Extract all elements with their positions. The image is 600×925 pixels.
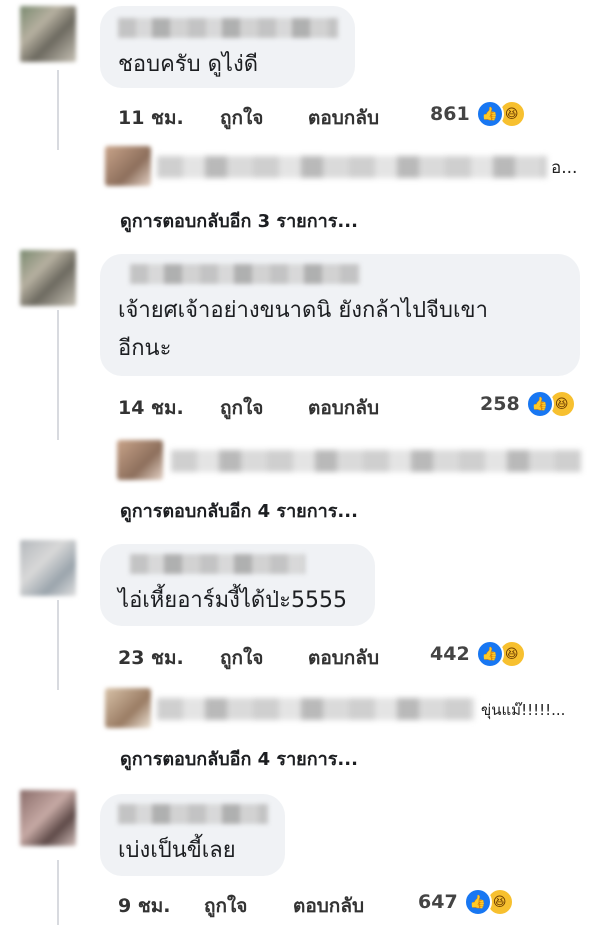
view-more-replies-link[interactable]: ดูการตอบกลับอีก 3 รายการ... — [120, 206, 358, 235]
reply-button[interactable]: ตอบกลับ — [308, 103, 379, 133]
timestamp: 14 ชม. — [118, 397, 184, 419]
reply-text-redacted — [157, 156, 547, 178]
author-name-redacted[interactable] — [130, 264, 360, 284]
comment-actions: 23 ชม. ถูกใจ ตอบกลับ — [118, 643, 418, 669]
reaction-count: 647 — [418, 891, 458, 913]
reply-avatar — [105, 146, 151, 186]
reply-preview-text: อ... — [551, 158, 578, 178]
reply-avatar — [117, 440, 163, 480]
comment-text: เบ่งเป็นขี้เลย — [118, 838, 236, 863]
reaction-count: 442 — [430, 643, 470, 665]
like-button[interactable]: ถูกใจ — [220, 643, 263, 673]
reply-preview[interactable]: อ... — [105, 146, 585, 186]
thread-line — [57, 860, 59, 925]
comment-actions: 9 ชม. ถูกใจ ตอบกลับ — [118, 891, 418, 917]
author-name-redacted[interactable] — [118, 18, 338, 38]
timestamp: 11 ชม. — [118, 107, 184, 129]
comment-bubble: เบ่งเป็นขี้เลย — [100, 794, 285, 876]
comment-text: ไอ่เหี้ยอาร์มงี้ได้ป่ะ5555 — [118, 588, 347, 613]
like-icon: 👍 — [475, 100, 504, 128]
like-icon: 👍 — [525, 390, 554, 418]
avatar[interactable] — [20, 6, 76, 62]
view-more-replies-link[interactable]: ดูการตอบกลับอีก 4 รายการ... — [120, 744, 358, 773]
comment-bubble: ชอบครับ ดูไง่ดี — [100, 6, 355, 88]
reaction-summary[interactable]: 861 👍 😆 — [430, 100, 526, 128]
view-more-replies-link[interactable]: ดูการตอบกลับอีก 4 รายการ... — [120, 496, 358, 525]
comment-actions: 11 ชม. ถูกใจ ตอบกลับ — [118, 103, 418, 129]
comment-text: ชอบครับ ดูไง่ดี — [118, 52, 258, 77]
like-button[interactable]: ถูกใจ — [220, 103, 263, 133]
author-name-redacted[interactable] — [130, 554, 305, 574]
like-button[interactable]: ถูกใจ — [220, 393, 263, 423]
reply-text-redacted — [171, 450, 581, 472]
reply-avatar — [105, 688, 151, 728]
reaction-count: 258 — [480, 393, 520, 415]
avatar[interactable] — [20, 250, 76, 306]
thread-line — [57, 310, 59, 440]
timestamp: 9 ชม. — [118, 895, 171, 917]
timestamp: 23 ชม. — [118, 647, 184, 669]
reply-button[interactable]: ตอบกลับ — [308, 393, 379, 423]
thread-line — [57, 70, 59, 150]
reply-preview[interactable] — [105, 440, 585, 480]
thread-line — [57, 600, 59, 690]
like-icon: 👍 — [463, 888, 492, 916]
reply-preview-text: ขุ่นแม๊!!!!!... — [481, 701, 566, 719]
comment-text: อีกนะ — [118, 336, 172, 361]
reply-button[interactable]: ตอบกลับ — [293, 891, 364, 921]
reaction-summary[interactable]: 647 👍 😆 — [418, 888, 514, 916]
avatar[interactable] — [20, 540, 76, 596]
comment-bubble: ไอ่เหี้ยอาร์มงี้ได้ป่ะ5555 — [100, 544, 375, 626]
comment-actions: 14 ชม. ถูกใจ ตอบกลับ — [118, 393, 418, 419]
comment-bubble: เจ้ายศเจ้าอย่างขนาดนิ ยังกล้าไปจีบเขา อี… — [100, 254, 580, 376]
reply-preview[interactable]: ขุ่นแม๊!!!!!... — [105, 688, 595, 728]
like-icon: 👍 — [475, 640, 504, 668]
like-button[interactable]: ถูกใจ — [204, 891, 247, 921]
comment-text: เจ้ายศเจ้าอย่างขนาดนิ ยังกล้าไปจีบเขา — [118, 298, 488, 323]
avatar[interactable] — [20, 790, 76, 846]
reply-button[interactable]: ตอบกลับ — [308, 643, 379, 673]
reply-text-redacted — [157, 698, 475, 720]
author-name-redacted[interactable] — [118, 804, 268, 824]
reaction-summary[interactable]: 442 👍 😆 — [430, 640, 526, 668]
reaction-summary[interactable]: 258 👍 😆 — [480, 390, 576, 418]
reaction-count: 861 — [430, 103, 470, 125]
